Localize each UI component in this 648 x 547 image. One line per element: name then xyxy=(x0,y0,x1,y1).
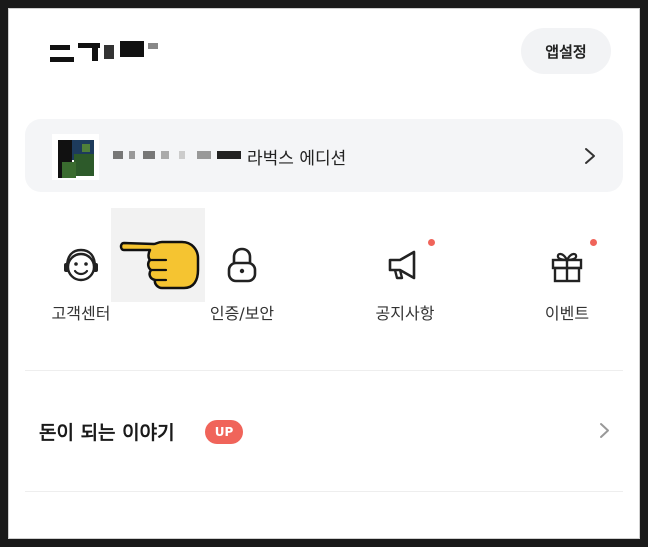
notification-dot xyxy=(428,239,435,246)
menu-label: 공지사항 xyxy=(375,304,435,323)
megaphone-icon xyxy=(388,250,416,280)
page-title-redacted xyxy=(46,41,176,63)
divider xyxy=(25,370,623,371)
profile-name-redacted xyxy=(113,151,243,161)
story-title: 돈이 되는 이야기 xyxy=(39,422,175,444)
menu-label: 고객센터 xyxy=(51,304,111,323)
menu-item-event[interactable]: 이벤트 xyxy=(502,208,632,328)
gift-icon xyxy=(551,252,583,283)
money-story-row[interactable]: 돈이 되는 이야기 UP xyxy=(25,402,623,458)
menu-item-notice[interactable]: 공지사항 xyxy=(340,208,470,328)
app-screen: 앱설정 라벅스 에디션 고객센터 인증/보안 공지사항 이벤트 돈이 되는 이야… xyxy=(8,8,640,539)
divider xyxy=(25,491,623,492)
app-settings-button[interactable]: 앱설정 xyxy=(521,28,611,74)
profile-card[interactable]: 라벅스 에디션 xyxy=(25,119,623,192)
menu-label: 인증/보안 xyxy=(209,304,275,323)
avatar xyxy=(52,134,99,180)
headset-smile-icon xyxy=(64,248,98,282)
menu-label: 이벤트 xyxy=(544,304,590,323)
chevron-right-icon[interactable] xyxy=(599,422,611,439)
chevron-right-icon[interactable] xyxy=(583,147,597,165)
profile-name-label: 라벅스 에디션 xyxy=(247,149,347,169)
lock-icon xyxy=(227,247,257,283)
pointing-hand-icon xyxy=(119,240,200,290)
notification-dot xyxy=(590,239,597,246)
quick-menu: 고객센터 인증/보안 공지사항 이벤트 xyxy=(8,208,640,328)
up-badge: UP xyxy=(205,420,243,444)
